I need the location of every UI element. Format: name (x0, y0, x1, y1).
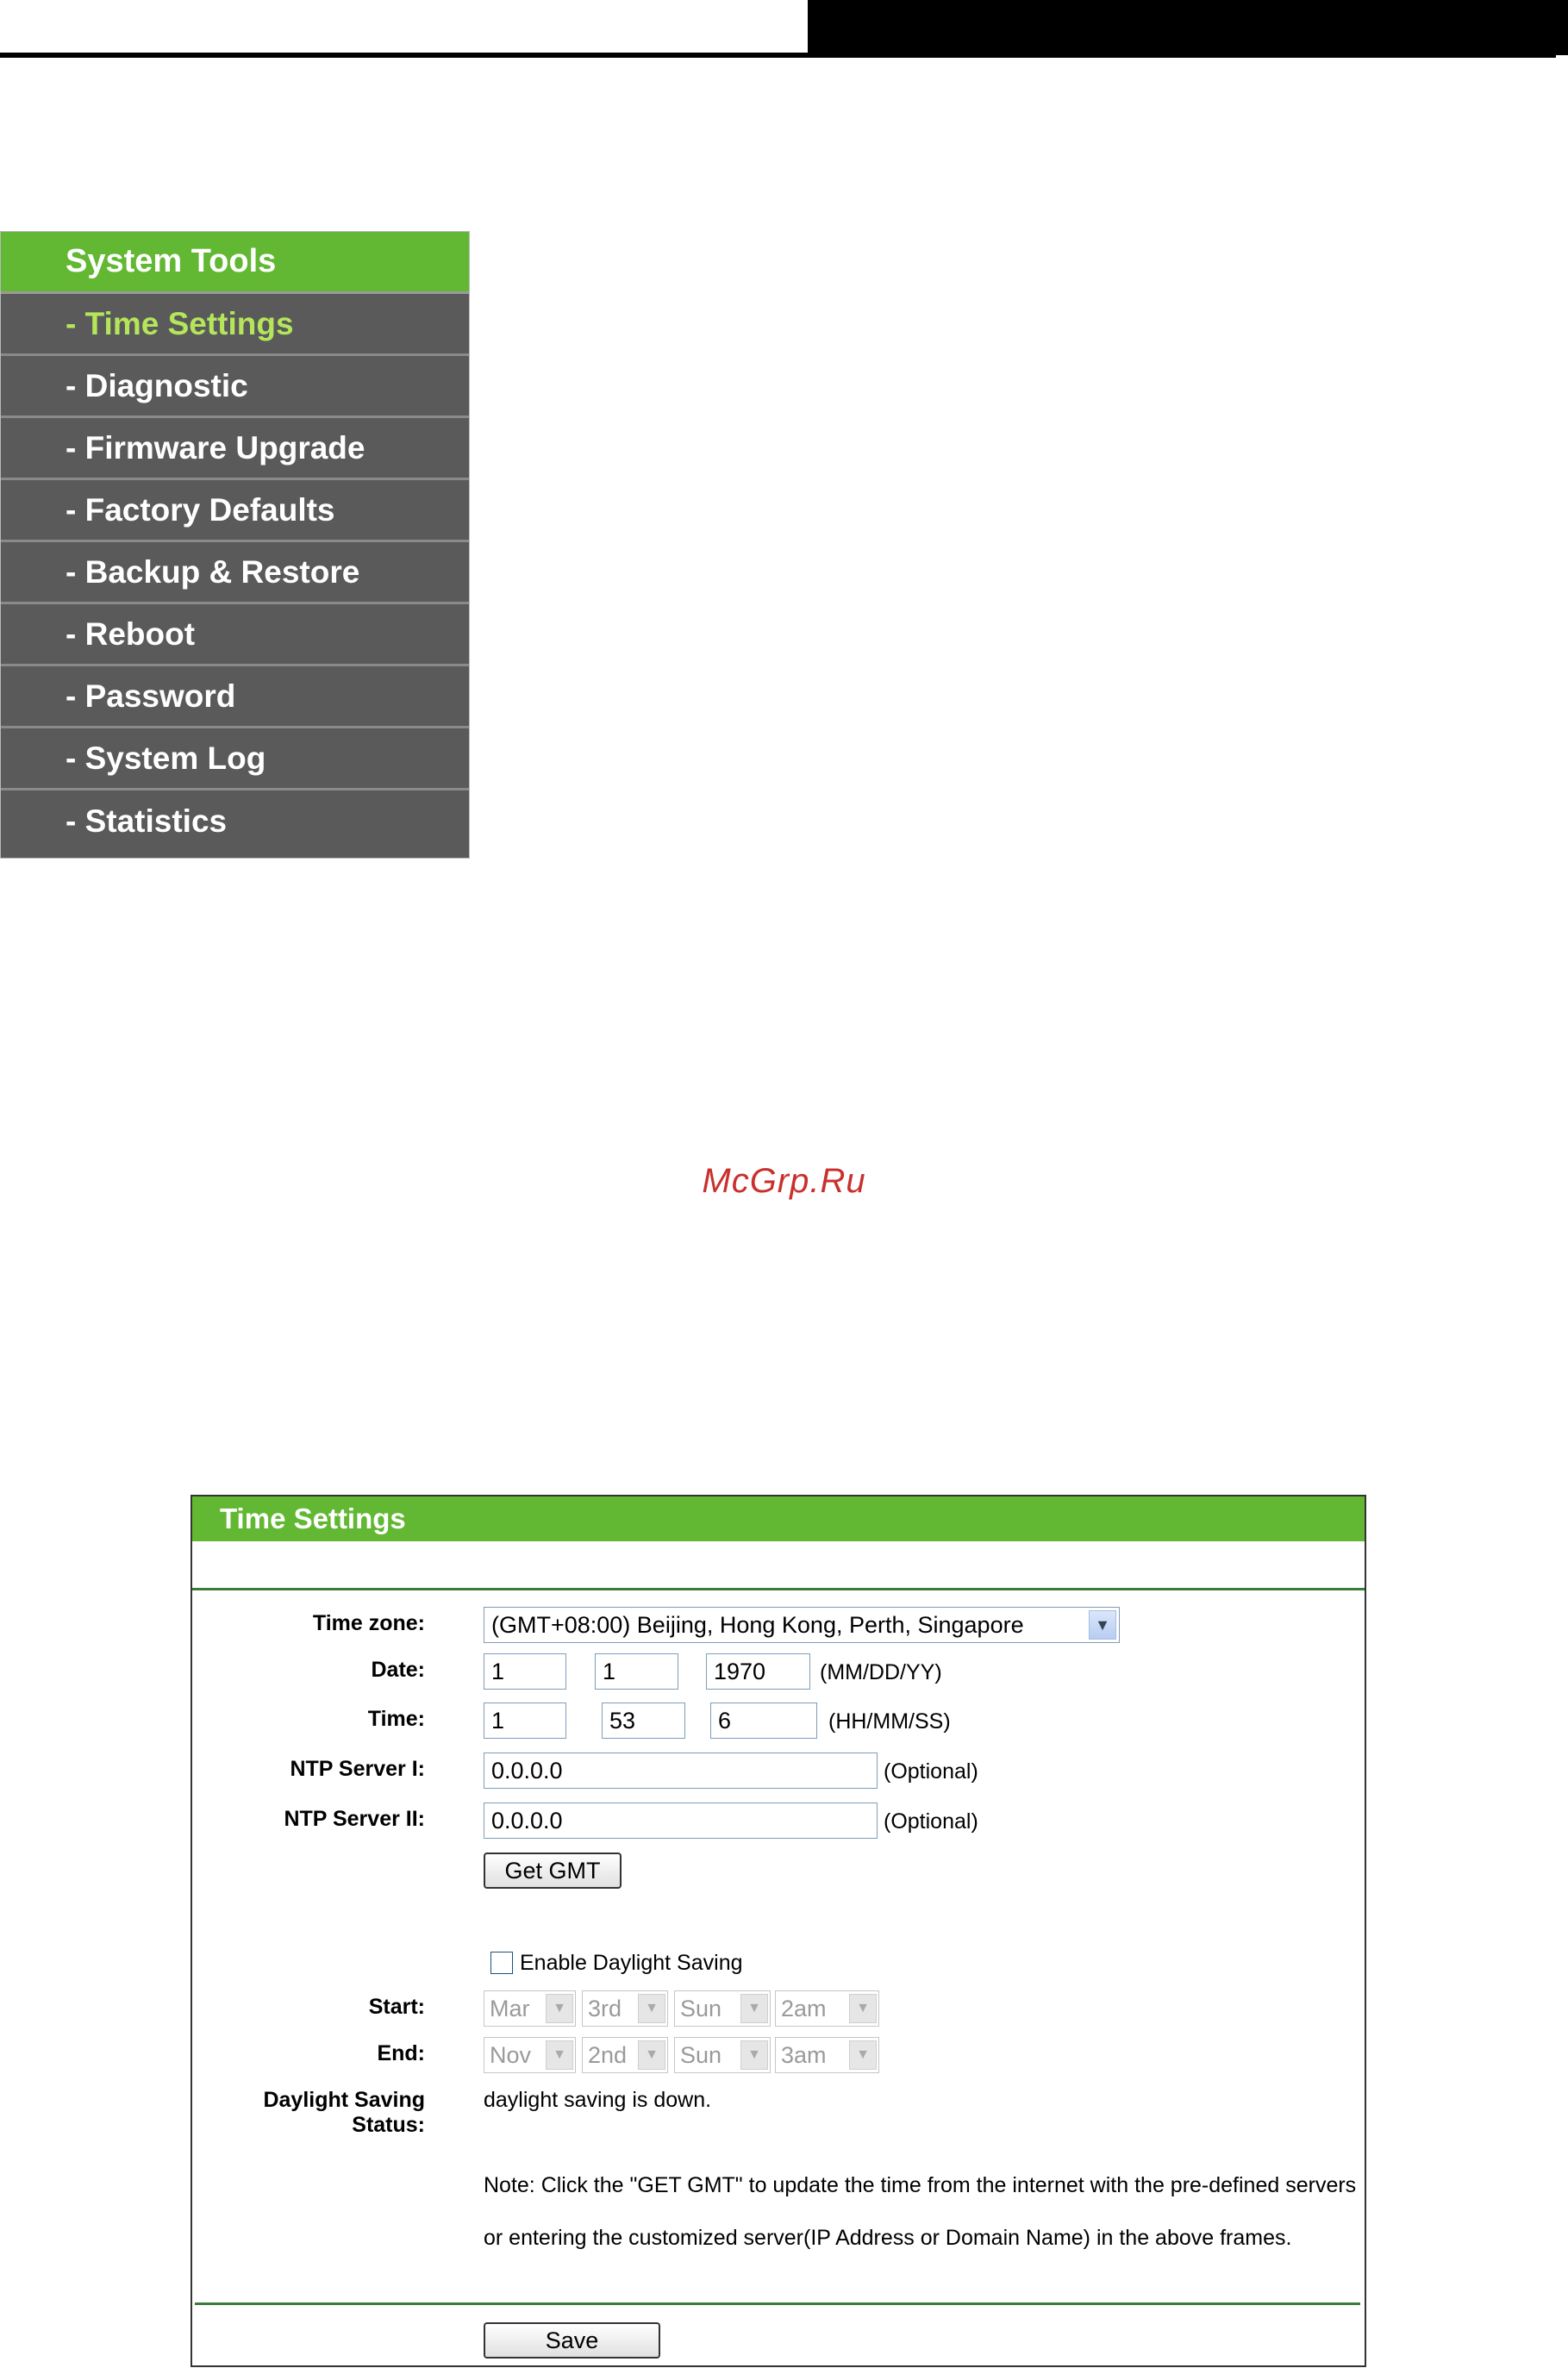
dst-start-week-select[interactable]: 3rd ▼ (582, 1990, 668, 2027)
chevron-down-icon[interactable]: ▼ (1089, 1610, 1116, 1640)
chevron-down-icon: ▼ (849, 2040, 877, 2070)
dst-start-label: Start: (368, 1995, 425, 2019)
ntp-server-2-label: NTP Server II: (284, 1807, 425, 1831)
sidebar-title[interactable]: System Tools (1, 232, 469, 294)
date-day-input[interactable]: 1 (595, 1653, 678, 1690)
timezone-value: (GMT+08:00) Beijing, Hong Kong, Perth, S… (491, 1611, 1024, 1638)
bottom-divider (195, 2302, 1360, 2305)
note-line-1: Note: Click the "GET GMT" to update the … (484, 2173, 1357, 2197)
sidebar-item-backup-restore[interactable]: - Backup & Restore (1, 542, 469, 604)
sidebar-item-reboot[interactable]: - Reboot (1, 604, 469, 666)
dst-start-day-value: Sun (680, 1995, 722, 2021)
date-month-input[interactable]: 1 (484, 1653, 566, 1690)
date-year-input[interactable]: 1970 (706, 1653, 810, 1690)
dst-status-label: Daylight Saving Status: (263, 2088, 425, 2137)
top-divider (192, 1588, 1365, 1590)
ntp-server-1-input[interactable]: 0.0.0.0 (484, 1753, 878, 1789)
header-bar (808, 0, 1568, 55)
sidebar-item-factory-defaults[interactable]: - Factory Defaults (1, 480, 469, 542)
dst-end-month-select[interactable]: Nov ▼ (484, 2037, 576, 2073)
enable-daylight-saving-checkbox[interactable] (490, 1952, 513, 1974)
sidebar-item-statistics[interactable]: - Statistics (1, 790, 469, 853)
sidebar-item-firmware-upgrade[interactable]: - Firmware Upgrade (1, 418, 469, 480)
time-second-input[interactable]: 6 (710, 1703, 817, 1739)
sidebar-item-time-settings[interactable]: - Time Settings (1, 294, 469, 356)
dst-start-hour-value: 2am (781, 1995, 827, 2021)
chevron-down-icon: ▼ (546, 1994, 573, 2023)
ntp-server-1-hint: (Optional) (884, 1759, 978, 1784)
time-minute-input[interactable]: 53 (602, 1703, 685, 1739)
ntp-server-2-hint: (Optional) (884, 1809, 978, 1834)
timezone-select[interactable]: (GMT+08:00) Beijing, Hong Kong, Perth, S… (484, 1607, 1120, 1643)
date-format-hint: (MM/DD/YY) (820, 1660, 942, 1684)
dst-start-month-value: Mar (490, 1995, 530, 2021)
dst-end-hour-value: 3am (781, 2041, 827, 2068)
watermark: McGrp.Ru (702, 1162, 866, 1200)
chevron-down-icon: ▼ (849, 1994, 877, 2023)
note-line-2: or entering the customized server(IP Add… (484, 2226, 1292, 2250)
chevron-down-icon: ▼ (638, 2040, 665, 2070)
dst-end-day-value: Sun (680, 2041, 722, 2068)
dst-end-week-select[interactable]: 2nd ▼ (582, 2037, 668, 2073)
dst-start-week-value: 3rd (588, 1995, 622, 2021)
header-rule (0, 53, 1556, 58)
dst-start-hour-select[interactable]: 2am ▼ (775, 1990, 879, 2027)
dst-end-month-value: Nov (490, 2041, 532, 2068)
sidebar-menu: System Tools - Time Settings - Diagnosti… (0, 231, 470, 859)
get-gmt-button[interactable]: Get GMT (484, 1853, 622, 1889)
chevron-down-icon: ▼ (638, 1994, 665, 2023)
time-label: Time: (367, 1707, 425, 1731)
time-hour-input[interactable]: 1 (484, 1703, 566, 1739)
chevron-down-icon: ▼ (546, 2040, 573, 2070)
sidebar-item-password[interactable]: - Password (1, 666, 469, 728)
timezone-label: Time zone: (312, 1611, 425, 1635)
dst-status-value: daylight saving is down. (484, 2088, 712, 2112)
panel-title: Time Settings (192, 1496, 1365, 1541)
ntp-server-1-label: NTP Server I: (290, 1757, 425, 1781)
dst-end-hour-select[interactable]: 3am ▼ (775, 2037, 879, 2073)
time-settings-panel: Time Settings Time zone: (GMT+08:00) Bei… (191, 1495, 1366, 2367)
enable-daylight-saving-label: Enable Daylight Saving (520, 1951, 743, 1975)
dst-start-month-select[interactable]: Mar ▼ (484, 1990, 576, 2027)
time-format-hint: (HH/MM/SS) (828, 1709, 951, 1734)
chevron-down-icon: ▼ (740, 2040, 768, 2070)
save-button[interactable]: Save (484, 2322, 660, 2359)
dst-end-day-select[interactable]: Sun ▼ (674, 2037, 771, 2073)
date-label: Date: (371, 1658, 425, 1682)
sidebar-item-system-log[interactable]: - System Log (1, 728, 469, 790)
dst-end-label: End: (377, 2041, 425, 2065)
chevron-down-icon: ▼ (740, 1994, 768, 2023)
dst-end-week-value: 2nd (588, 2041, 628, 2068)
sidebar-item-diagnostic[interactable]: - Diagnostic (1, 356, 469, 418)
dst-start-day-select[interactable]: Sun ▼ (674, 1990, 771, 2027)
ntp-server-2-input[interactable]: 0.0.0.0 (484, 1803, 878, 1839)
